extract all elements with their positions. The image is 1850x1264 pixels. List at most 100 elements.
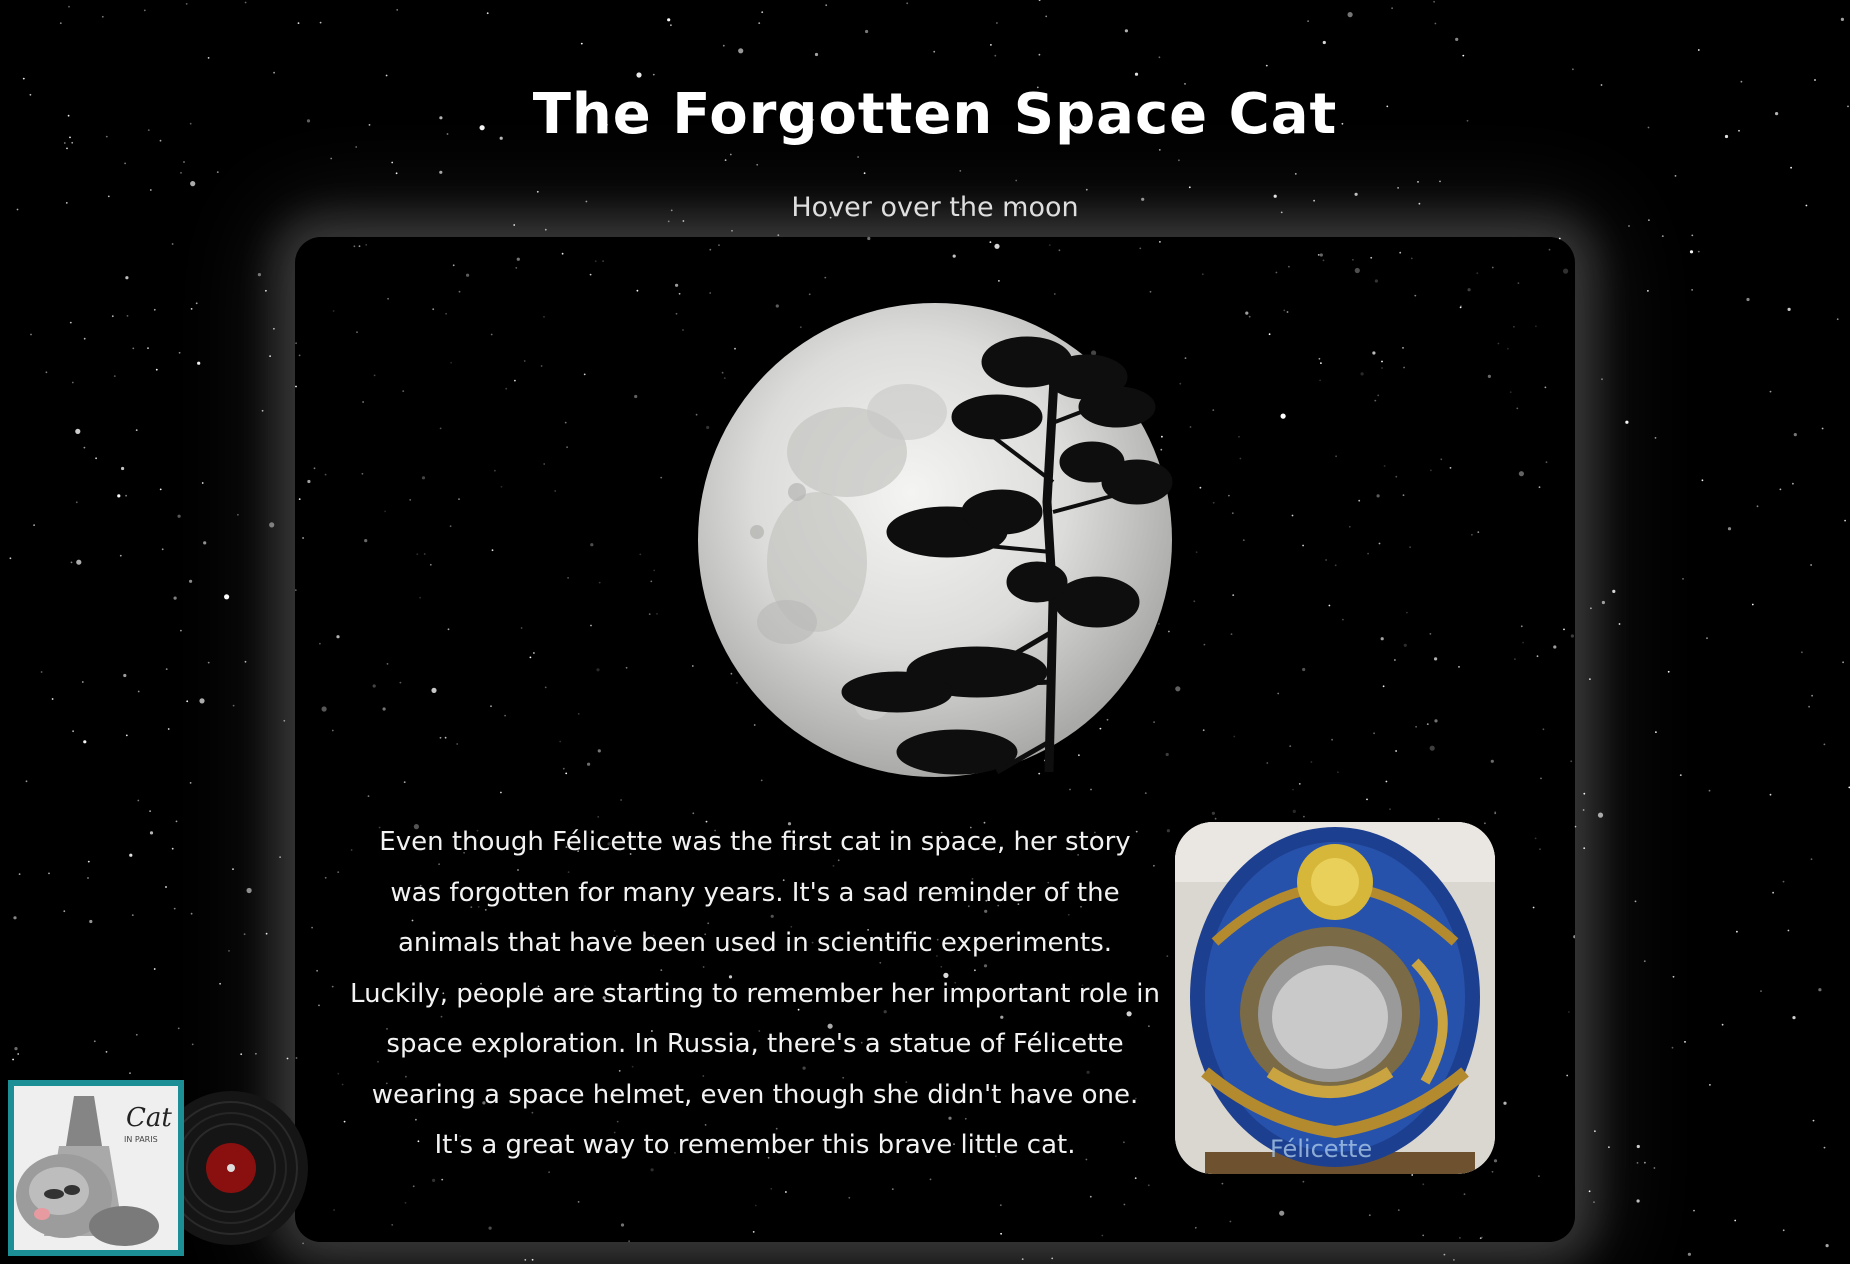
star [429, 563, 432, 566]
star [490, 705, 492, 708]
star [718, 244, 720, 246]
music-player[interactable]: Cat IN PARIS [8, 1080, 308, 1260]
star [1370, 256, 1373, 259]
star [14, 1047, 18, 1051]
star [232, 704, 235, 707]
star [1814, 79, 1816, 81]
star [756, 163, 759, 166]
star [180, 629, 182, 632]
star [1823, 743, 1826, 746]
star [486, 12, 489, 15]
star [69, 321, 72, 324]
album-title: Cat [126, 1103, 172, 1133]
star [395, 172, 398, 175]
star [1490, 759, 1494, 763]
star [1291, 514, 1294, 517]
star [1601, 600, 1605, 605]
star [544, 228, 547, 231]
star [1682, 578, 1684, 580]
star [137, 690, 140, 693]
star [1583, 792, 1586, 795]
star [95, 457, 97, 460]
star [1589, 678, 1591, 680]
star [1618, 623, 1621, 625]
star [1661, 235, 1664, 238]
star [269, 355, 271, 357]
moon-icon[interactable] [697, 302, 1173, 778]
star [1572, 68, 1574, 71]
star [1199, 486, 1202, 489]
star [667, 18, 671, 22]
star [994, 243, 1000, 249]
star [1391, 7, 1393, 10]
star [237, 513, 239, 516]
star [952, 254, 956, 258]
star [933, 50, 936, 53]
star [906, 2, 909, 5]
star [590, 624, 592, 627]
star [257, 273, 261, 277]
star [998, 280, 1000, 282]
star [177, 1027, 180, 1030]
star [1402, 347, 1404, 349]
star [228, 950, 230, 952]
star [1317, 254, 1320, 256]
star [216, 171, 219, 174]
star [190, 181, 196, 187]
star [48, 872, 50, 875]
star [1439, 180, 1441, 183]
star [761, 11, 764, 14]
star [514, 379, 516, 382]
star [1368, 1214, 1371, 1217]
star [1394, 659, 1396, 661]
star [1801, 651, 1803, 654]
star [1697, 250, 1700, 253]
star [147, 347, 149, 349]
star [670, 24, 672, 27]
star [45, 371, 48, 374]
story-card: Even though Félicette was the first cat … [295, 237, 1575, 1242]
star [577, 1201, 580, 1203]
star [564, 421, 567, 424]
star [1358, 499, 1361, 502]
star [565, 772, 568, 775]
star [1823, 1146, 1826, 1149]
star [153, 308, 156, 311]
star [1462, 54, 1465, 57]
star [1808, 705, 1810, 708]
star [125, 276, 129, 280]
star [1268, 333, 1271, 336]
star [1612, 589, 1616, 594]
star [1232, 594, 1235, 596]
star [1458, 666, 1460, 668]
star [513, 224, 516, 226]
star [1089, 1195, 1092, 1198]
star [1123, 1203, 1126, 1206]
star [353, 245, 356, 248]
star [1634, 900, 1637, 903]
star [1810, 564, 1812, 566]
star [396, 9, 399, 11]
star [183, 161, 185, 163]
star [246, 887, 252, 894]
star [891, 1188, 894, 1190]
star [1566, 1074, 1569, 1077]
star [1477, 531, 1480, 533]
star [1381, 360, 1383, 363]
star [1779, 488, 1782, 491]
star [1840, 17, 1844, 21]
star [1593, 1201, 1595, 1203]
star [1378, 542, 1381, 545]
star [1727, 527, 1732, 531]
star [1644, 1161, 1646, 1164]
star [691, 665, 694, 667]
star [167, 728, 170, 730]
star [149, 810, 152, 812]
star [201, 482, 204, 484]
star [33, 524, 35, 526]
star [1691, 289, 1693, 291]
star [1503, 1101, 1507, 1105]
star [1434, 657, 1438, 661]
star [40, 671, 43, 673]
album-cover-icon[interactable]: Cat IN PARIS [8, 1080, 184, 1256]
